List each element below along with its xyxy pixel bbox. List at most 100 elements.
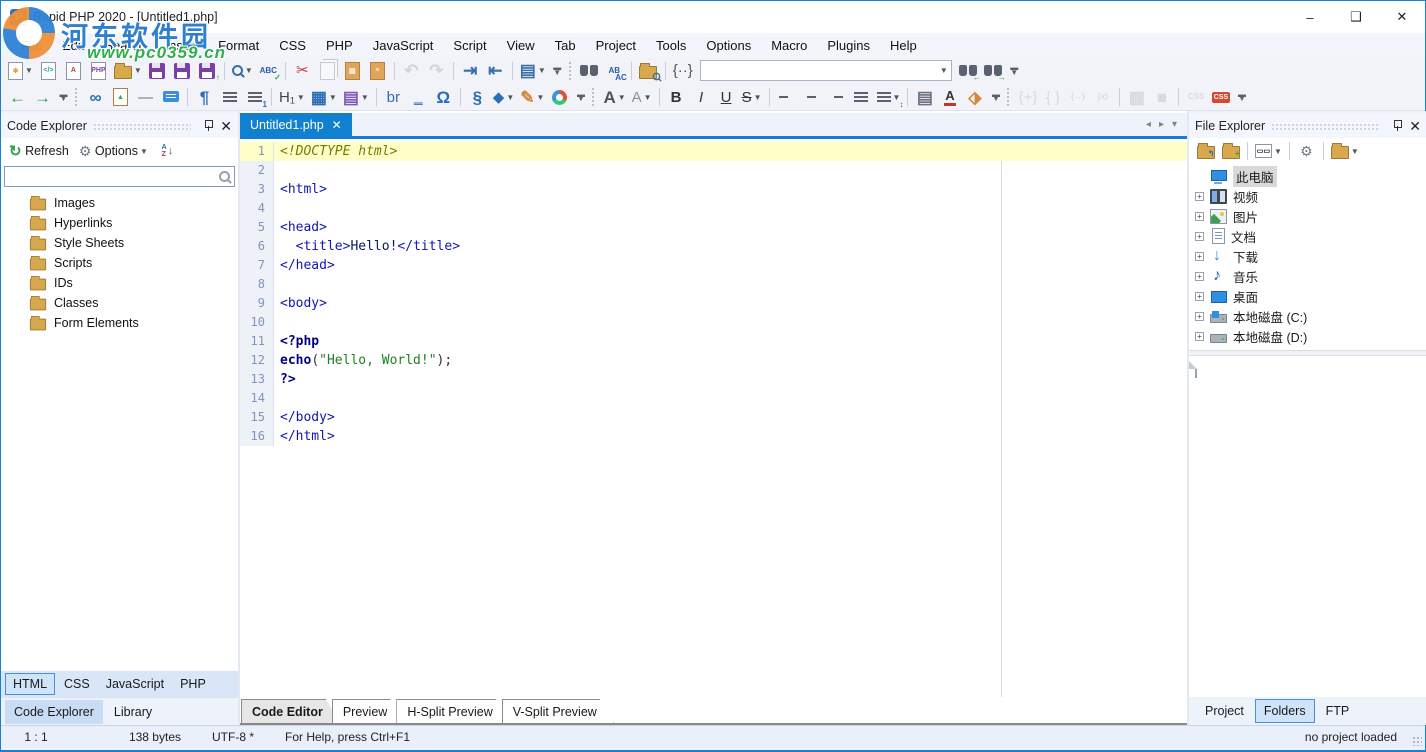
code-editor[interactable]: 1<!DOCTYPE html>23<html>45<head>6 <title… (240, 142, 1187, 697)
tab-scroll-left-icon[interactable]: ◂ (1146, 119, 1151, 130)
hyperlink-button[interactable]: ∞ (84, 86, 107, 109)
find-in-files-button[interactable] (637, 59, 660, 82)
toolbar-grip[interactable] (75, 88, 80, 106)
chevron-down-icon[interactable]: ▼ (618, 93, 626, 102)
close-panel-icon[interactable]: ✕ (220, 119, 232, 133)
menu-item-macro[interactable]: Macro (761, 35, 817, 56)
chevron-down-icon[interactable]: ▼ (538, 66, 546, 75)
menu-item-insert[interactable]: Insert (156, 35, 209, 56)
document-tab[interactable]: Untitled1.php ✕ (240, 113, 352, 136)
forward-button[interactable]: → (31, 86, 54, 109)
fe-item-label[interactable]: 音乐 (1233, 267, 1258, 286)
code-line[interactable]: 10 (240, 313, 1187, 332)
paste-button[interactable]: ▤ (341, 59, 364, 82)
indent-button[interactable]: ⇥ (459, 59, 482, 82)
redo-button[interactable]: ↷ (425, 59, 448, 82)
format-painter-button[interactable]: ✎▼ (518, 86, 546, 109)
align-right-button[interactable] (825, 86, 848, 109)
expand-icon[interactable]: + (1195, 272, 1204, 281)
toolbar-overflow-icon[interactable]: ▬▼ (574, 86, 587, 109)
code-line[interactable]: 12echo("Hello, World!"); (240, 351, 1187, 370)
tab-folders[interactable]: Folders (1255, 699, 1315, 723)
fe-tree-item[interactable]: +视频 (1189, 186, 1426, 206)
increase-font-button[interactable]: A▼ (601, 86, 627, 109)
menu-item-tools[interactable]: Tools (646, 35, 696, 56)
special-character-button[interactable]: Ω (432, 86, 455, 109)
fe-tree-item[interactable]: +本地磁盘 (C:) (1189, 306, 1426, 326)
copy-button[interactable] (316, 59, 339, 82)
tree-item-images[interactable]: Images (1, 193, 238, 213)
tab-ftp[interactable]: FTP (1318, 700, 1358, 722)
tree-item-form-elements[interactable]: Form Elements (1, 313, 238, 333)
tree-item-classes[interactable]: Classes (1, 293, 238, 313)
horizontal-rule-button[interactable]: — (134, 86, 157, 109)
expand-icon[interactable]: + (1195, 212, 1204, 221)
code-line[interactable]: 5<head> (240, 218, 1187, 237)
save-button[interactable] (146, 59, 169, 82)
menu-item-php[interactable]: PHP (316, 35, 363, 56)
strikethrough-button[interactable]: S▼ (740, 86, 764, 109)
code-line[interactable]: 16</html> (240, 427, 1187, 446)
toolbar-grip[interactable] (592, 88, 597, 106)
tab-project[interactable]: Project (1197, 700, 1252, 722)
chevron-down-icon[interactable]: ▼ (134, 66, 142, 75)
attach-style-button[interactable]: {→} (1066, 86, 1089, 109)
expand-icon[interactable]: + (1195, 312, 1204, 321)
toolbar-grip[interactable] (1007, 88, 1012, 106)
align-left-button[interactable] (775, 86, 798, 109)
new-document-button[interactable]: ✱▼ (6, 59, 35, 82)
fe-item-label[interactable]: 下载 (1233, 247, 1258, 266)
tab-library[interactable]: Library (105, 700, 161, 724)
open-file-button[interactable]: ▼ (112, 59, 144, 82)
fe-settings-button[interactable]: ⚙ (1295, 140, 1318, 163)
fe-tree-item[interactable]: +桌面 (1189, 286, 1426, 306)
folder-up-button[interactable]: ↰ (1194, 140, 1217, 163)
regex-button[interactable]: {··} (671, 59, 695, 82)
replace-button[interactable]: ABAC (603, 59, 626, 82)
expand-icon[interactable]: + (1195, 192, 1204, 201)
insert-image-button[interactable]: ▲ (109, 86, 132, 109)
table-grid-button[interactable]: ▦ (1125, 86, 1148, 109)
expand-icon[interactable]: + (1195, 232, 1204, 241)
font-color-button[interactable]: A (938, 86, 961, 109)
chevron-down-icon[interactable]: ▼ (644, 93, 652, 102)
edit-style-button[interactable]: { } (1041, 86, 1064, 109)
expand-icon[interactable]: + (1195, 332, 1204, 341)
fe-tree-item[interactable]: +此电脑 (1189, 166, 1426, 186)
fe-tree-item[interactable]: +文档 (1189, 226, 1426, 246)
menu-item-file[interactable]: File (11, 35, 52, 56)
underline-button[interactable]: U (715, 86, 738, 109)
new-php-file-button[interactable]: PHP (87, 59, 110, 82)
heading-button[interactable]: H₁▼ (277, 86, 307, 109)
menu-item-javascript[interactable]: JavaScript (363, 35, 444, 56)
menu-item-edit[interactable]: Edit (52, 35, 94, 56)
bold-button[interactable]: B (665, 86, 688, 109)
undo-button[interactable]: ↶ (400, 59, 423, 82)
clipboard-button[interactable]: ≡ (366, 59, 389, 82)
code-line[interactable]: 7</head> (240, 256, 1187, 275)
pin-icon[interactable] (204, 120, 213, 131)
view-mode-button[interactable]: ▭▭▼ (1253, 140, 1284, 163)
code-line[interactable]: 13?> (240, 370, 1187, 389)
spell-check-button[interactable]: ABC✓ (257, 59, 280, 82)
code-line[interactable]: 2 (240, 161, 1187, 180)
tab-list-icon[interactable]: ▾ (1172, 119, 1177, 130)
justify-button[interactable] (850, 86, 873, 109)
table-button[interactable]: ▦▼ (309, 86, 339, 109)
menu-item-search[interactable]: Search (94, 35, 155, 56)
tag-button[interactable]: ◆▼ (491, 86, 516, 109)
tab-code-editor[interactable]: Code Editor (241, 699, 340, 723)
cut-button[interactable]: ✂ (291, 59, 314, 82)
chevron-down-icon[interactable]: ▼ (297, 93, 305, 102)
remove-style-button[interactable]: {x} (1091, 86, 1114, 109)
minimize-button[interactable]: – (1287, 1, 1333, 33)
comment-button[interactable] (159, 86, 182, 109)
find-previous-button[interactable]: ← (957, 59, 980, 82)
chevron-down-icon[interactable]: ▼ (361, 93, 369, 102)
close-button[interactable]: ✕ (1379, 1, 1425, 33)
code-line[interactable]: 1<!DOCTYPE html> (240, 142, 1187, 161)
toolbar-overflow-icon[interactable]: ▬▼ (57, 86, 70, 109)
menu-item-format[interactable]: Format (208, 35, 269, 56)
code-line[interactable]: 14 (240, 389, 1187, 408)
fe-folder-button[interactable]: ▼ (1329, 140, 1361, 163)
